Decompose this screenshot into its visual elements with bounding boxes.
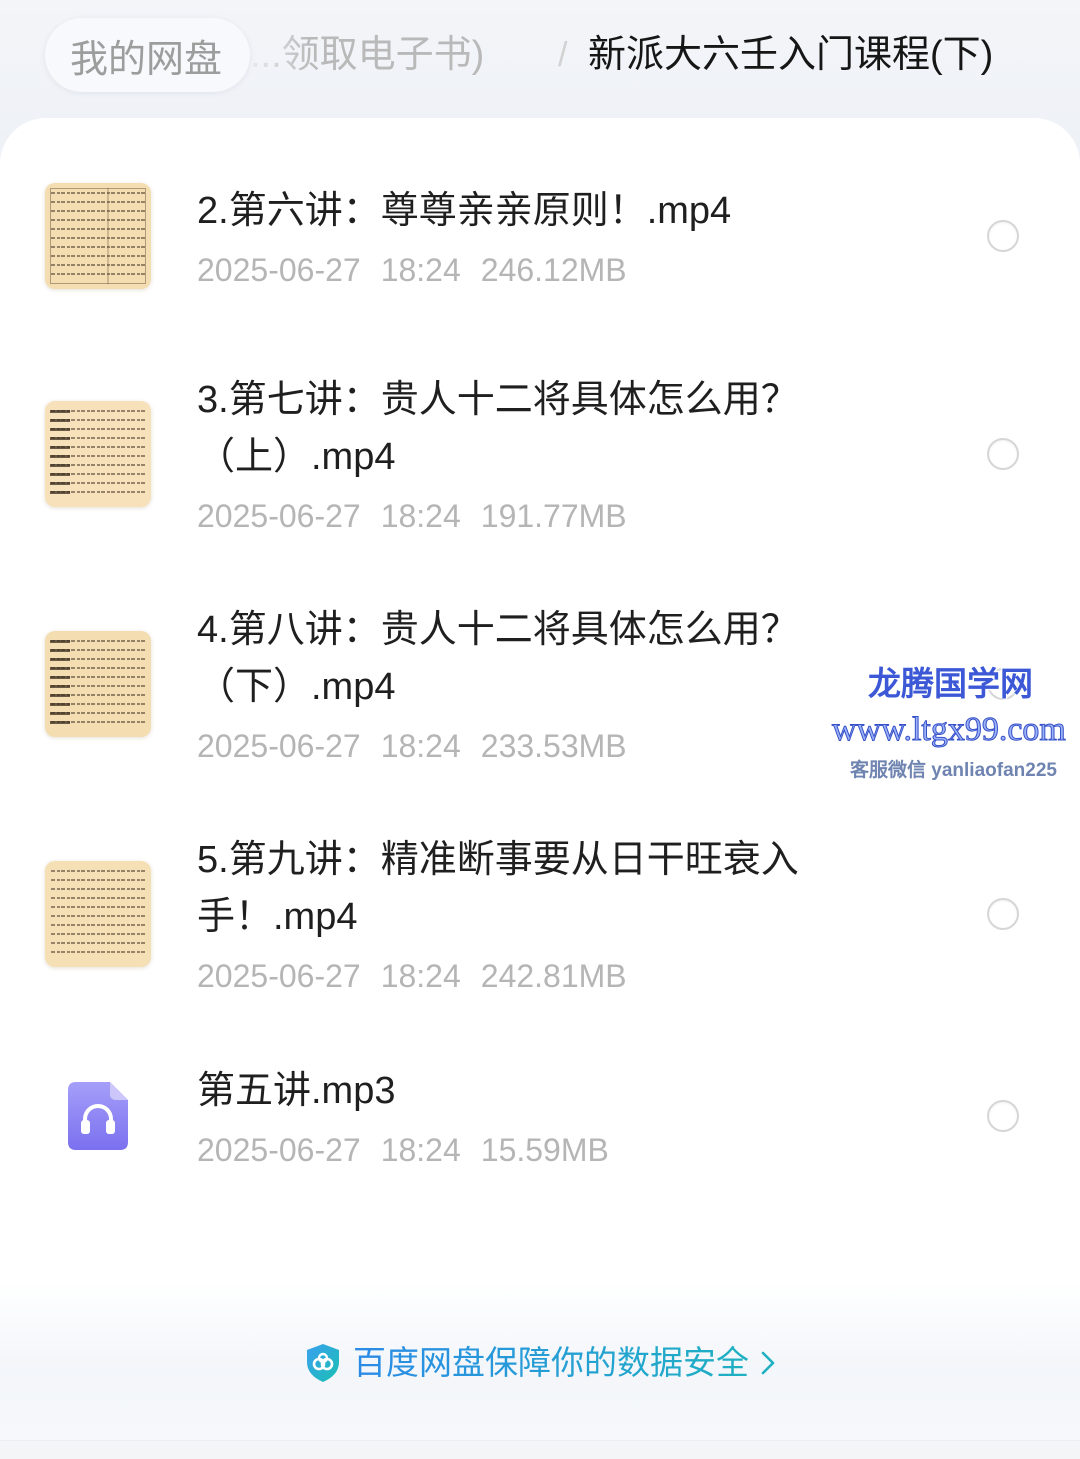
file-size: 246.12MB — [480, 251, 627, 288]
select-radio[interactable] — [987, 438, 1019, 470]
security-banner-text: 百度网盘保障你的数据安全 — [353, 1340, 749, 1386]
file-name: 4.第八讲：贵人十二将具体怎么用？（下）.mp4 — [197, 609, 799, 708]
breadcrumb-separator: / — [558, 36, 568, 74]
file-time: 18:24 — [380, 498, 461, 534]
video-thumbnail — [45, 183, 151, 289]
file-meta: 2025-06-27 18:24 246.12MB — [197, 250, 817, 290]
file-size: 242.81MB — [480, 958, 627, 994]
file-meta: 2025-06-27 18:24 242.81MB — [197, 956, 817, 996]
file-info: 5.第九讲：精准断事要从日干旺衰入手！.mp4 2025-06-27 18:24 2… — [197, 832, 817, 996]
file-info: 4.第八讲：贵人十二将具体怎么用？（下）.mp4 2025-06-27 18:24… — [197, 602, 817, 766]
file-row[interactable]: 第五讲.mp3 2025-06-27 18:24 15.59MB — [0, 1016, 1080, 1216]
select-radio[interactable] — [987, 898, 1019, 930]
file-date: 2025-06-27 — [197, 1131, 361, 1168]
watermark-brand: 龙腾国学网 — [868, 665, 1033, 702]
file-name: 5.第九讲：精准断事要从日干旺衰入手！.mp4 — [197, 839, 799, 938]
video-thumbnail — [45, 861, 151, 967]
file-name: 第五讲.mp3 — [197, 1069, 396, 1112]
watermark-contact: 客服微信 yanliaofan225 — [850, 760, 1057, 781]
file-size: 233.53MB — [480, 728, 627, 764]
video-thumbnail — [45, 401, 151, 507]
file-time: 18:24 — [380, 958, 461, 994]
file-name: 2.第六讲：尊尊亲亲原则！.mp4 — [197, 189, 732, 232]
file-size: 15.59MB — [480, 1131, 609, 1168]
select-radio[interactable] — [987, 220, 1019, 252]
audio-file-icon — [45, 1063, 151, 1169]
file-date: 2025-06-27 — [197, 728, 361, 764]
file-size: 191.77MB — [480, 498, 627, 534]
security-banner[interactable]: 百度网盘保障你的数据安全 — [0, 1340, 1080, 1386]
file-time: 18:24 — [380, 251, 461, 288]
shield-icon — [305, 1343, 341, 1383]
select-radio[interactable] — [987, 1100, 1019, 1132]
watermark-site: www.ltgx99.com — [832, 711, 1067, 749]
file-meta: 2025-06-27 18:24 15.59MB — [197, 1130, 817, 1170]
chevron-right-icon — [761, 1351, 775, 1375]
file-time: 18:24 — [380, 1131, 461, 1168]
file-row[interactable]: 3.第七讲：贵人十二将具体怎么用？（上）.mp4 2025-06-27 18:24… — [0, 354, 1080, 554]
file-name: 3.第七讲：贵人十二将具体怎么用？（上）.mp4 — [197, 379, 799, 478]
bottom-strip — [0, 1440, 1080, 1459]
file-row[interactable]: 2.第六讲：尊尊亲亲原则！.mp4 2025-06-27 18:24 246.12M… — [0, 136, 1080, 336]
breadcrumb-current-folder: 新派大六壬入门课程(下) — [588, 34, 994, 76]
file-time: 18:24 — [380, 728, 461, 764]
file-info: 3.第七讲：贵人十二将具体怎么用？（上）.mp4 2025-06-27 18:24… — [197, 372, 817, 536]
breadcrumb-parent[interactable]: ...领取电子书) — [250, 30, 484, 80]
file-info: 第五讲.mp3 2025-06-27 18:24 15.59MB — [197, 1063, 817, 1170]
file-meta: 2025-06-27 18:24 191.77MB — [197, 496, 817, 536]
file-row[interactable]: 5.第九讲：精准断事要从日干旺衰入手！.mp4 2025-06-27 18:24 2… — [0, 814, 1080, 1014]
file-date: 2025-06-27 — [197, 251, 361, 288]
file-date: 2025-06-27 — [197, 958, 361, 994]
file-meta: 2025-06-27 18:24 233.53MB — [197, 726, 817, 766]
file-date: 2025-06-27 — [197, 498, 361, 534]
video-thumbnail — [45, 631, 151, 737]
breadcrumb-root[interactable]: 我的网盘 — [45, 18, 250, 92]
file-info: 2.第六讲：尊尊亲亲原则！.mp4 2025-06-27 18:24 246.12M… — [197, 183, 817, 290]
